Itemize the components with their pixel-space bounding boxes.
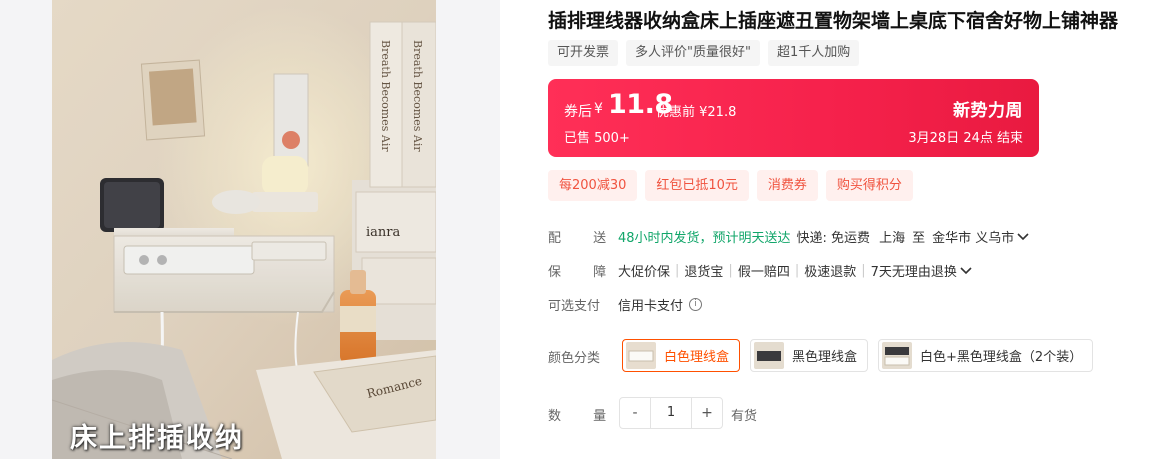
divider: | xyxy=(794,263,800,278)
sku-thumbnail xyxy=(882,342,913,369)
quantity-label: 数 量 xyxy=(548,409,621,424)
product-main-image[interactable]: Breath Becomes Air Breath Becomes Air ia… xyxy=(52,0,436,459)
shipping-from: 上海 xyxy=(879,231,906,246)
color-label-row: 颜色分类 xyxy=(548,347,618,366)
payment-method: 信用卡支付 xyxy=(618,299,684,314)
shipping-label: 配 送 xyxy=(548,231,621,246)
tag-invoice: 可开发票 xyxy=(548,40,619,66)
chevron-down-icon[interactable] xyxy=(960,266,972,275)
shipping-to-word: 至 xyxy=(912,231,926,246)
gallery-gutter xyxy=(436,0,500,459)
sku-label: 白色理线盒 xyxy=(664,350,730,365)
stock-status: 有货 xyxy=(731,409,758,424)
guarantee-item: 假一赔四 xyxy=(737,265,790,280)
promo-end-time: 3月28日 24点 结束 xyxy=(908,131,1023,146)
tag-review[interactable]: 多人评价"质量很好" xyxy=(626,40,760,66)
sku-label: 黑色理线盒 xyxy=(792,350,858,365)
price-banner: 券后 ¥ 11.8 优惠前 ¥21.8 已售 500+ 新势力周 3月28日 2… xyxy=(548,79,1039,157)
coupon-discount[interactable]: 每200减30 xyxy=(548,170,638,201)
coupon-red-packet[interactable]: 红包已抵10元 xyxy=(645,170,749,201)
guarantee-row: 保 障 大促价保 | 退货宝 | 假一赔四 | 极速退款 | 7天无理由退换 xyxy=(548,261,972,280)
divider: | xyxy=(728,263,733,278)
sku-label: 白色+黑色理线盒（2个装） xyxy=(920,350,1083,365)
sku-thumbnail xyxy=(754,342,785,369)
coupon-list: 每200减30 红包已抵10元 消费券 购买得积分 xyxy=(548,170,913,201)
color-label: 颜色分类 xyxy=(548,351,601,366)
chevron-down-icon[interactable] xyxy=(1017,232,1029,241)
guarantee-label: 保 障 xyxy=(548,265,621,280)
sku-option-white[interactable]: 白色理线盒 xyxy=(622,339,741,372)
shipping-destination[interactable]: 金华市 义乌市 xyxy=(932,227,1014,246)
shipping-fast: 48小时内发货，预计明天送达 xyxy=(618,231,791,246)
product-title: 插排理线器收纳盒床上插座遮丑置物架墙上桌底下宿舍好物上铺神器 xyxy=(548,10,1119,32)
original-price: 优惠前 ¥21.8 xyxy=(656,105,737,120)
color-options: 白色理线盒 黑色理线盒 白色+黑色理线盒（2个装） xyxy=(622,339,1094,372)
info-icon[interactable]: i xyxy=(689,298,703,311)
price-after-label: 券后 xyxy=(564,104,592,120)
quantity-label-row: 数 量 xyxy=(548,405,618,424)
quantity-input[interactable]: 1 xyxy=(650,398,692,428)
quantity-increase-button[interactable]: + xyxy=(692,398,722,428)
sku-option-white-black-set[interactable]: 白色+黑色理线盒（2个装） xyxy=(878,339,1094,372)
guarantee-item: 退货宝 xyxy=(684,265,724,280)
divider: | xyxy=(861,263,866,278)
promo-name: 新势力周 xyxy=(953,101,1023,121)
sku-thumbnail xyxy=(626,342,656,369)
payment-row: 可选支付 信用卡支付 i xyxy=(548,295,703,314)
guarantee-item: 7天无理由退换 xyxy=(870,265,957,280)
coupon-points[interactable]: 购买得积分 xyxy=(825,170,913,201)
product-tags: 可开发票 多人评价"质量很好" 超1千人加购 xyxy=(548,40,860,66)
left-gutter xyxy=(0,0,52,459)
shipping-express: 快递: 免运费 xyxy=(796,231,871,246)
payment-label: 可选支付 xyxy=(548,299,601,314)
shipping-row: 配 送 48小时内发货，预计明天送达 快递: 免运费 上海 至 金华市 义乌市 xyxy=(548,227,1029,246)
product-photo-illustration: Breath Becomes Air Breath Becomes Air ia… xyxy=(52,0,436,459)
guarantee-item: 极速退款 xyxy=(804,265,857,280)
tag-cart-count: 超1千人加购 xyxy=(767,40,860,66)
guarantee-item: 大促价保 xyxy=(618,265,671,280)
coupon-consumption[interactable]: 消费券 xyxy=(756,170,818,201)
image-caption: 床上排插收纳 xyxy=(70,423,244,454)
quantity-decrease-button[interactable]: - xyxy=(620,398,650,428)
quantity-stepper: - 1 + xyxy=(619,397,723,429)
sold-count: 已售 500+ xyxy=(564,131,630,146)
divider: | xyxy=(675,263,680,278)
currency-symbol: ¥ xyxy=(594,101,603,117)
sku-option-black[interactable]: 黑色理线盒 xyxy=(750,339,869,372)
